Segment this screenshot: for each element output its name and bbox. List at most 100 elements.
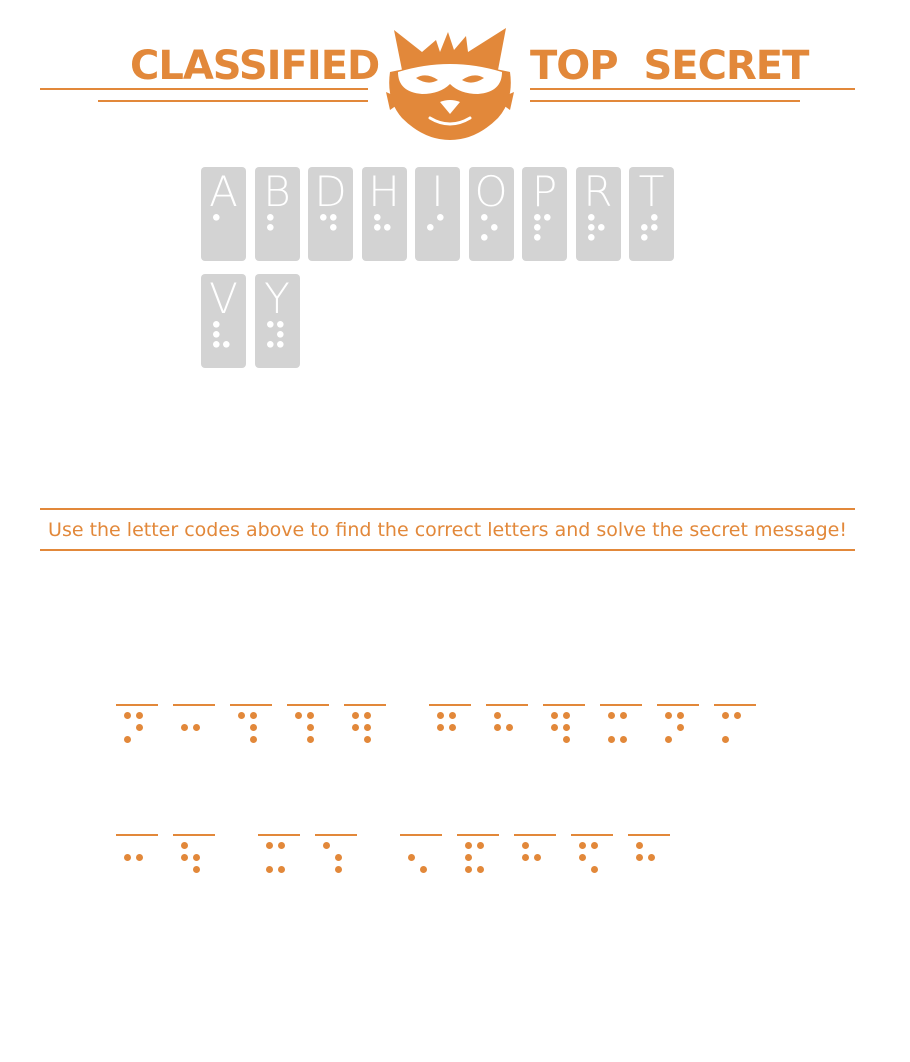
puzzle-line1-cell[interactable]: [429, 704, 473, 754]
puzzle-line2-cell[interactable]: [116, 834, 160, 884]
braille-dot: [250, 736, 257, 743]
braille-cell-icon: [636, 842, 655, 861]
braille-dot: [506, 724, 513, 731]
puzzle-line2-cell[interactable]: [628, 834, 672, 884]
braille-cell-icon: [266, 842, 285, 873]
answer-blank[interactable]: [714, 704, 756, 706]
instruction-line-bottom: [40, 549, 855, 551]
braille-dot: [648, 854, 655, 861]
puzzle-line1-cell[interactable]: [287, 704, 331, 754]
answer-blank[interactable]: [514, 834, 556, 836]
answer-blank[interactable]: [287, 704, 329, 706]
answer-blank[interactable]: [315, 834, 357, 836]
braille-dot: [587, 214, 595, 221]
answer-blank[interactable]: [628, 834, 670, 836]
braille-dot: [136, 724, 143, 731]
answer-blank[interactable]: [457, 834, 499, 836]
answer-blank[interactable]: [400, 834, 442, 836]
braille-dot: [636, 842, 643, 849]
braille-dot: [522, 854, 529, 861]
legend-tile-d: D: [308, 167, 353, 261]
braille-dot: [563, 724, 570, 731]
legend-tile-y: Y: [254, 274, 300, 368]
braille-dot: [323, 842, 330, 849]
puzzle-line1-cell[interactable]: [600, 704, 644, 754]
legend-letter: T: [638, 167, 665, 216]
puzzle-line2-cell[interactable]: [400, 834, 444, 884]
braille-dot: [330, 214, 337, 221]
braille-cell-icon: [181, 842, 200, 873]
puzzle-line1-cell[interactable]: [486, 704, 530, 754]
braille-dot: [408, 854, 415, 861]
puzzle-line1-cell[interactable]: [344, 704, 388, 754]
puzzle-line1-cell[interactable]: [116, 704, 160, 754]
answer-blank[interactable]: [486, 704, 528, 706]
header-line-left-top: [40, 88, 368, 90]
braille-dot: [181, 724, 188, 731]
legend-tile-v: V: [201, 274, 246, 368]
legend-tile-h: H: [361, 167, 407, 261]
braille-cell-icon: [522, 842, 541, 861]
puzzle-line1-cell[interactable]: [543, 704, 587, 754]
braille-dot: [587, 234, 595, 241]
braille-cell-icon: [181, 724, 200, 731]
braille-dot: [181, 854, 188, 861]
braille-cell-icon: [551, 712, 570, 743]
puzzle-line2-cell[interactable]: [571, 834, 615, 884]
braille-dot: [373, 214, 381, 221]
braille-dot: [307, 724, 314, 731]
braille-dot: [722, 712, 729, 719]
braille-dot: [490, 224, 498, 231]
answer-blank[interactable]: [429, 704, 471, 706]
braille-dot: [278, 866, 285, 873]
header-line-right-top: [530, 88, 855, 90]
braille-dot: [641, 234, 648, 241]
masked-fox-icon: [386, 28, 514, 140]
puzzle-line1-cell[interactable]: [657, 704, 701, 754]
answer-blank[interactable]: [173, 704, 215, 706]
braille-cell-icon: [124, 854, 143, 861]
braille-dot: [193, 724, 200, 731]
answer-blank[interactable]: [173, 834, 215, 836]
puzzle-line2-cell[interactable]: [457, 834, 501, 884]
header-left-text: CLASSIFIED: [130, 43, 380, 89]
legend-letter: I: [431, 167, 444, 216]
braille-dot: [124, 854, 131, 861]
answer-blank[interactable]: [116, 704, 158, 706]
legend-tile-r: R: [575, 167, 621, 261]
braille-dot: [266, 214, 274, 221]
answer-blank[interactable]: [657, 704, 699, 706]
puzzle-line2-cell[interactable]: [173, 834, 217, 884]
answer-blank[interactable]: [258, 834, 300, 836]
braille-cell-icon: [587, 214, 605, 241]
braille-dot: [250, 724, 257, 731]
legend-letter: B: [263, 167, 291, 216]
puzzle-line1-cell[interactable]: [173, 704, 217, 754]
braille-dot: [136, 712, 143, 719]
braille-dot: [427, 224, 434, 231]
braille-dot: [620, 712, 627, 719]
answer-blank[interactable]: [543, 704, 585, 706]
braille-cell-icon: [408, 854, 427, 873]
answer-blank[interactable]: [600, 704, 642, 706]
puzzle-line1-cell[interactable]: [714, 704, 758, 754]
legend-letter: A: [209, 167, 238, 216]
braille-dot: [213, 331, 220, 338]
answer-blank[interactable]: [571, 834, 613, 836]
braille-dot: [437, 712, 444, 719]
puzzle-line2-cell[interactable]: [315, 834, 359, 884]
braille-dot: [238, 712, 245, 719]
braille-dot: [276, 321, 284, 328]
answer-blank[interactable]: [344, 704, 386, 706]
braille-dot: [124, 712, 131, 719]
braille-cell-icon: [213, 321, 230, 348]
puzzle-line2-cell[interactable]: [258, 834, 302, 884]
braille-dot: [335, 854, 342, 861]
braille-dot: [364, 736, 371, 743]
braille-dot: [307, 712, 314, 719]
answer-blank[interactable]: [116, 834, 158, 836]
answer-blank[interactable]: [230, 704, 272, 706]
puzzle-line1-cell[interactable]: [230, 704, 274, 754]
braille-dot: [641, 224, 648, 231]
puzzle-line2-cell[interactable]: [514, 834, 558, 884]
